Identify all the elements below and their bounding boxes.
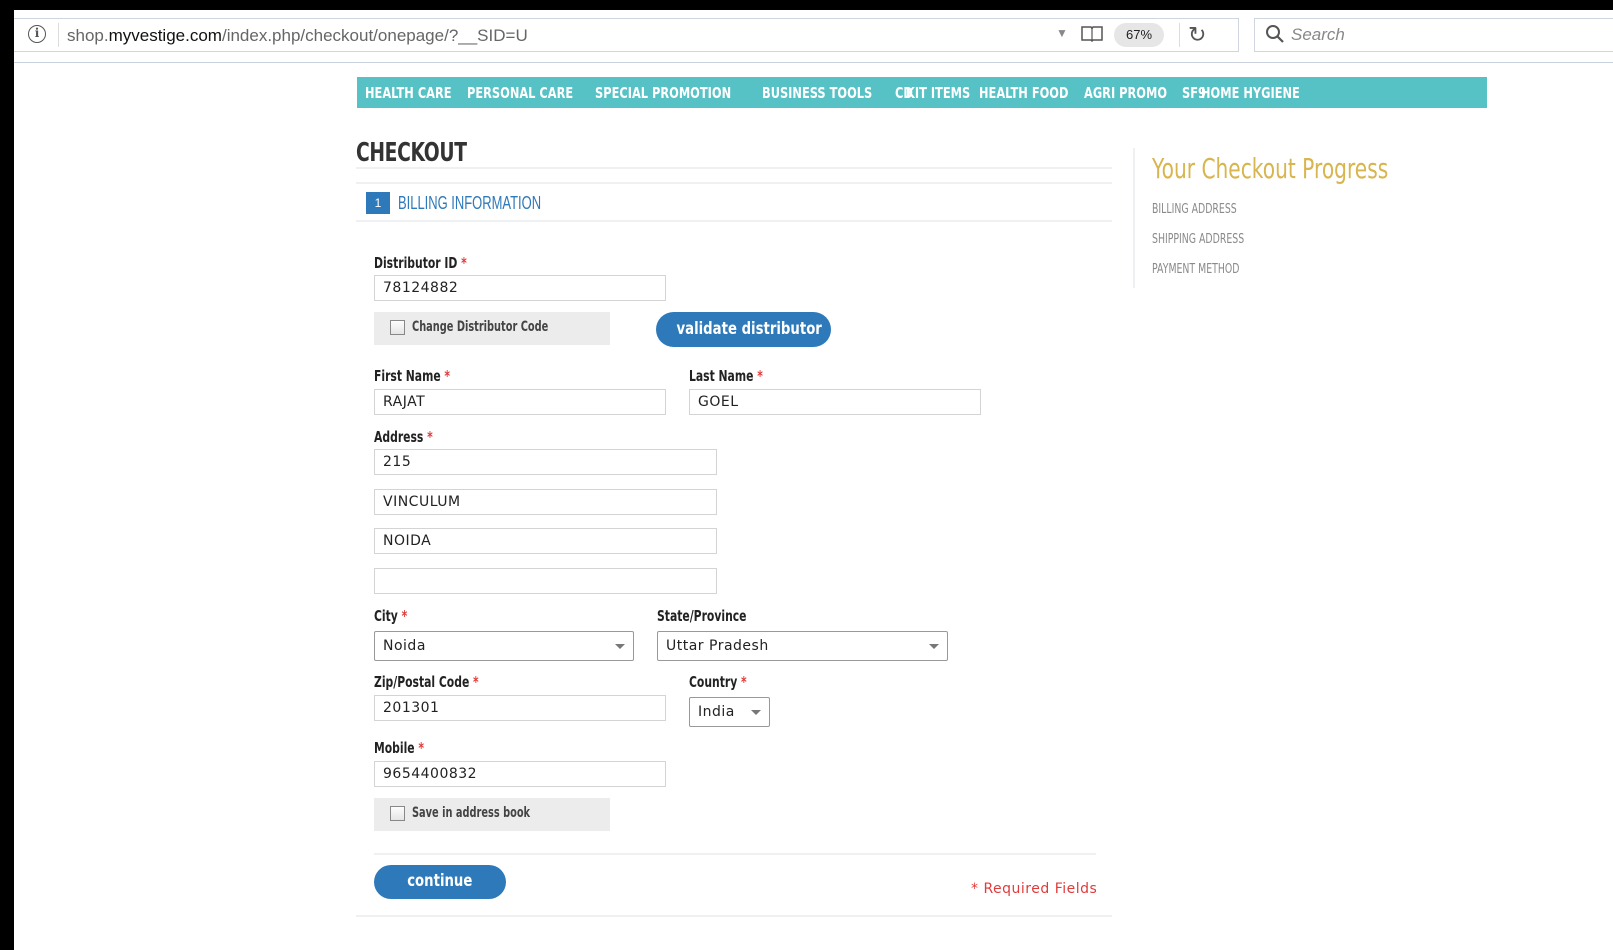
country-select[interactable]: India [689,697,770,727]
nav-item-kit-items[interactable]: KIT ITEMS [906,84,970,102]
info-icon[interactable]: i [28,25,46,43]
browser-toolbar: i shop.myvestige.com/index.php/checkout/… [14,10,1613,63]
browser-window: i shop.myvestige.com/index.php/checkout/… [14,10,1613,950]
address-line-2-field[interactable]: VINCULUM [374,489,717,515]
save-in-address-book-option: Save in address book [374,798,610,831]
chevron-down-icon [751,710,761,715]
change-distributor-code-label: Change Distributor Code [412,319,549,335]
divider [356,915,1112,917]
nav-item-home-hygiene[interactable]: HOME HYGIENE [1201,84,1300,102]
progress-item-billing-address: BILLING ADDRESS [1152,202,1237,217]
chevron-down-icon [929,644,939,649]
divider [356,167,1112,169]
continue-button[interactable]: continue [374,865,506,899]
search-input[interactable]: Search [1254,18,1613,52]
state-select[interactable]: Uttar Pradesh [657,631,948,661]
nav-item-agri-promo[interactable]: AGRI PROMO [1084,84,1167,102]
nav-item-personal-care[interactable]: PERSONAL CARE [467,84,573,102]
divider [58,23,59,47]
divider [356,220,1112,222]
zip-field[interactable]: 201301 [374,695,666,721]
mobile-label: Mobile * [374,739,425,757]
dropdown-arrow-icon[interactable]: ▼ [1056,26,1068,40]
chevron-down-icon [615,644,625,649]
address-line-1-field[interactable]: 215 [374,449,717,475]
reader-view-icon[interactable] [1081,25,1103,42]
country-label: Country * [689,673,747,691]
progress-item-payment-method: PAYMENT METHOD [1152,262,1240,277]
last-name-label: Last Name * [689,367,763,385]
state-label: State/Province [657,607,747,625]
first-name-label: First Name * [374,367,451,385]
reload-icon[interactable]: ↻ [1188,21,1206,49]
step-title-billing[interactable]: BILLING INFORMATION [398,193,541,214]
divider [356,182,1112,184]
save-in-address-book-label: Save in address book [412,805,531,821]
category-nav: HEALTH CARE PERSONAL CARE SPECIAL PROMOT… [357,77,1487,108]
progress-item-shipping-address: SHIPPING ADDRESS [1152,232,1245,247]
city-select[interactable]: Noida [374,631,634,661]
nav-item-health-food[interactable]: HEALTH FOOD [979,84,1068,102]
nav-item-health-care[interactable]: HEALTH CARE [365,84,452,102]
last-name-field[interactable]: GOEL [689,389,981,415]
zip-label: Zip/Postal Code * [374,673,479,691]
address-line-3-field[interactable]: NOIDA [374,528,717,554]
address-line-4-field[interactable] [374,568,717,594]
city-label: City * [374,607,408,625]
save-in-address-book-checkbox[interactable] [390,806,405,821]
distributor-id-label: Distributor ID * [374,254,467,272]
required-fields-note: * Required Fields [971,881,1098,897]
change-distributor-code-checkbox[interactable] [390,320,405,335]
step-number-badge: 1 [366,192,390,214]
change-distributor-code-option: Change Distributor Code [374,312,610,345]
nav-item-business-tools[interactable]: BUSINESS TOOLS [762,84,872,102]
validate-distributor-button[interactable]: validate distributor [656,312,831,347]
page-title: CHECKOUT [356,138,467,168]
checkout-progress-title: Your Checkout Progress [1152,152,1389,185]
nav-item-special-promotion[interactable]: SPECIAL PROMOTION [595,84,731,102]
mobile-field[interactable]: 9654400832 [374,761,666,787]
divider [1179,23,1180,47]
sidebar-divider [1133,148,1135,288]
distributor-id-field[interactable]: 78124882 [374,275,666,301]
address-bar[interactable]: i shop.myvestige.com/index.php/checkout/… [14,18,1239,52]
zoom-level[interactable]: 67% [1114,23,1164,47]
search-placeholder: Search [1291,25,1345,44]
first-name-field[interactable]: RAJAT [374,389,666,415]
search-icon [1266,25,1284,43]
url-text[interactable]: shop.myvestige.com/index.php/checkout/on… [67,26,528,46]
divider [374,853,1096,855]
address-label: Address * [374,428,433,446]
